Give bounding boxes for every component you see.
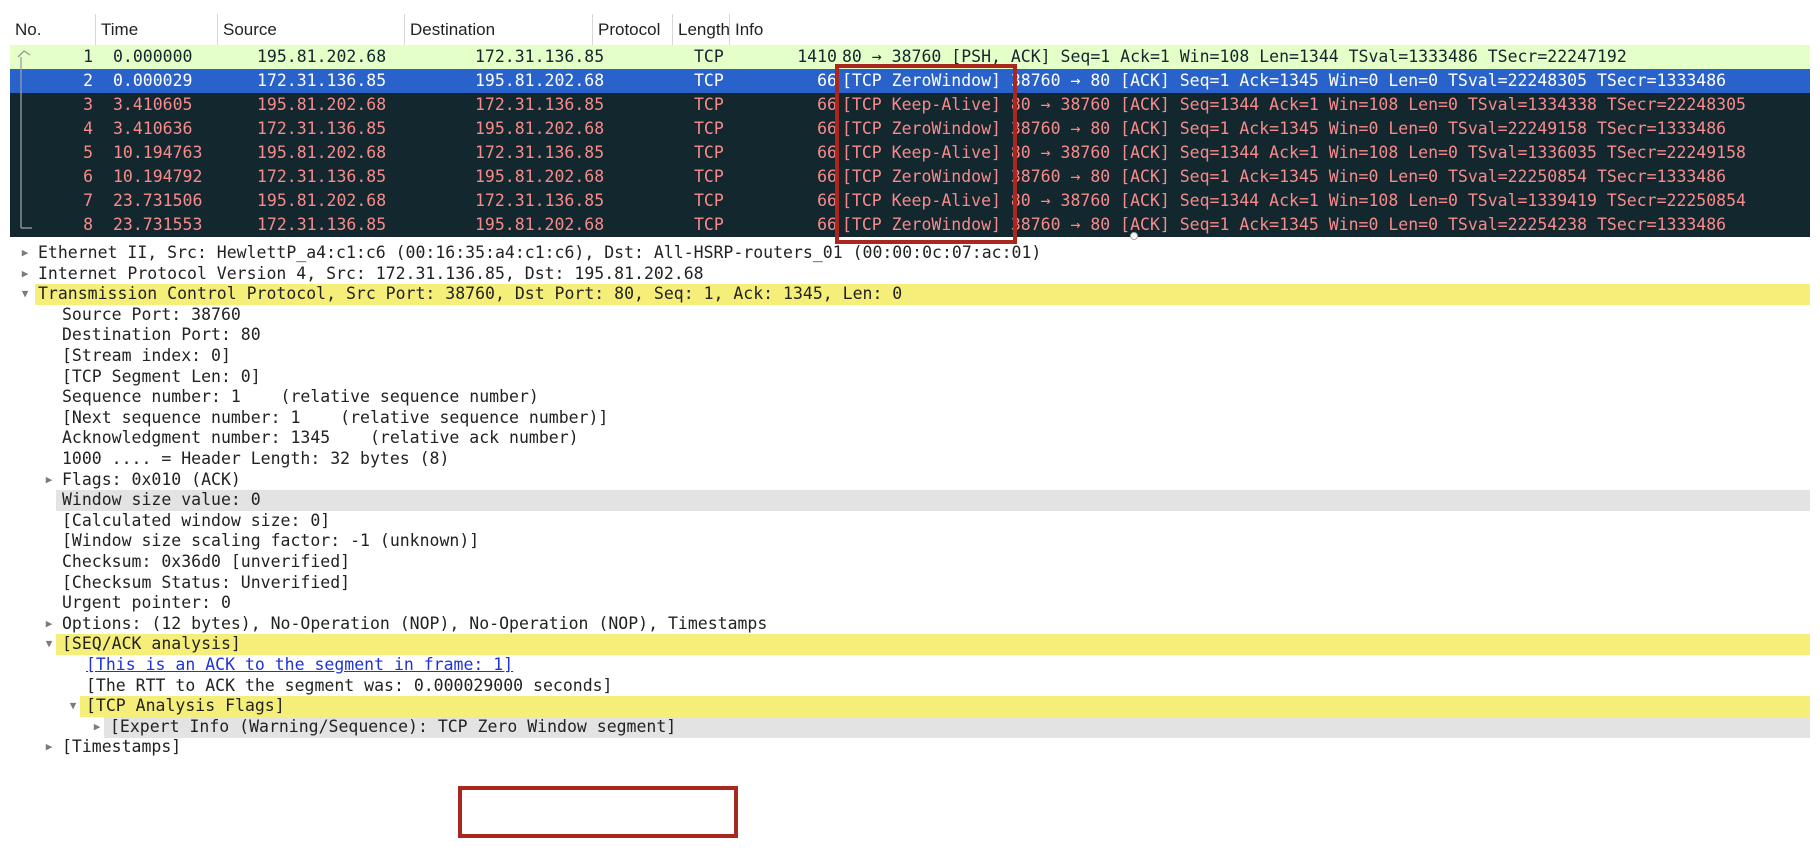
packet-length: 66 [817,167,837,186]
packet-length: 66 [817,191,837,210]
packet-no: 1 [83,47,93,66]
packet-protocol: TCP [694,119,724,138]
packet-time: 3.410605 [113,95,193,114]
packet-destination: 195.81.202.68 [475,167,605,186]
packet-destination: 172.31.136.85 [475,95,605,114]
packet-no: 6 [83,167,93,186]
packet-details-pane: ▶ Ethernet II, Src: HewlettP_a4:c1:c6 (00… [10,243,1810,860]
expand-right-icon[interactable]: ▶ [42,735,56,759]
packet-source: 195.81.202.68 [257,191,387,210]
packet-destination: 172.31.136.85 [475,191,605,210]
packet-source: 172.31.136.85 [257,215,387,234]
packet-time: 10.194792 [113,167,203,186]
packet-length: 66 [817,71,837,90]
packet-destination: 172.31.136.85 [475,47,605,66]
column-header-info[interactable]: Info [729,14,1810,45]
packet-destination: 195.81.202.68 [475,119,605,138]
packet-source: 195.81.202.68 [257,95,387,114]
related-packets-indicator [17,50,32,229]
packet-protocol: TCP [694,71,724,90]
packet-protocol: TCP [694,143,724,162]
expand-down-icon[interactable]: ▼ [18,282,32,306]
packet-destination: 172.31.136.85 [475,143,605,162]
column-header-length[interactable]: Length [672,14,729,45]
packet-time: 0.000029 [113,71,193,90]
packet-no: 2 [83,71,93,90]
packet-time: 10.194763 [113,143,203,162]
detail-text: [Expert Info (Warning/Sequence): TCP Zer… [110,716,677,736]
column-header-time[interactable]: Time [95,14,217,45]
packet-protocol: TCP [694,191,724,210]
packet-destination: 195.81.202.68 [475,215,605,234]
packet-length: 1410 [797,47,837,66]
pane-splitter-handle[interactable] [1130,232,1138,240]
packet-protocol: TCP [694,95,724,114]
packet-length: 66 [817,215,837,234]
packet-time: 23.731506 [113,191,203,210]
packet-no: 7 [83,191,93,210]
packet-length: 66 [817,95,837,114]
packet-no: 4 [83,119,93,138]
column-header-protocol[interactable]: Protocol [592,14,672,45]
packet-no: 5 [83,143,93,162]
packet-source: 195.81.202.68 [257,47,387,66]
packet-source: 195.81.202.68 [257,143,387,162]
expand-down-icon[interactable]: ▼ [66,694,80,718]
packet-time: 23.731553 [113,215,203,234]
packet-time: 0.000000 [113,47,193,66]
packet-destination: 195.81.202.68 [475,71,605,90]
packet-source: 172.31.136.85 [257,119,387,138]
packet-list-header: No. Time Source Destination Protocol Len… [10,14,1810,46]
column-header-source[interactable]: Source [217,14,404,45]
packet-protocol: TCP [694,167,724,186]
detail-text: [Timestamps] [62,737,182,757]
expand-down-icon[interactable]: ▼ [42,632,56,656]
annotation-box-info-column [835,64,1017,244]
packet-no: 3 [83,95,93,114]
packet-no: 8 [83,215,93,234]
column-header-destination[interactable]: Destination [404,14,592,45]
packet-source: 172.31.136.85 [257,71,387,90]
column-header-no[interactable]: No. [10,14,95,45]
packet-protocol: TCP [694,215,724,234]
wireshark-window: No. Time Source Destination Protocol Len… [10,0,1810,860]
detail-tree-item[interactable]: ▶ [Timestamps] [10,737,1810,761]
annotation-box-expert-info [458,786,738,838]
packet-time: 3.410636 [113,119,193,138]
packet-length: 66 [817,143,837,162]
expand-right-icon[interactable]: ▶ [42,468,56,492]
packet-protocol: TCP [694,47,724,66]
packet-length: 66 [817,119,837,138]
packet-source: 172.31.136.85 [257,167,387,186]
